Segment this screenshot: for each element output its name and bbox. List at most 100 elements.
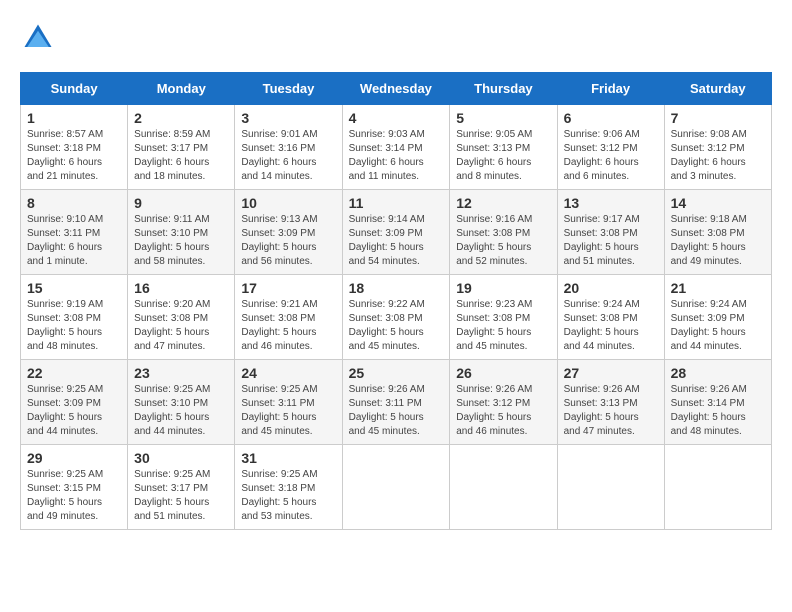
day-info: Sunrise: 9:19 AM Sunset: 3:08 PM Dayligh… [27, 298, 121, 354]
day-number: 26 [456, 365, 550, 381]
calendar-day-cell: 11Sunrise: 9:14 AM Sunset: 3:09 PM Dayli… [342, 190, 450, 275]
day-info: Sunrise: 9:22 AM Sunset: 3:08 PM Dayligh… [349, 298, 444, 354]
day-number: 14 [671, 195, 765, 211]
calendar-day-cell: 3 Sunrise: 9:01 AM Sunset: 3:16 PM Daylig… [235, 105, 342, 190]
calendar-day-cell: 12Sunrise: 9:16 AM Sunset: 3:08 PM Dayli… [450, 190, 557, 275]
day-info: Sunrise: 9:23 AM Sunset: 3:08 PM Dayligh… [456, 298, 550, 354]
calendar-day-cell: 22Sunrise: 9:25 AM Sunset: 3:09 PM Dayli… [21, 360, 128, 445]
day-number: 9 [134, 195, 228, 211]
day-info: Sunrise: 9:25 AM Sunset: 3:15 PM Dayligh… [27, 468, 121, 524]
calendar-day-cell: 9 Sunrise: 9:11 AM Sunset: 3:10 PM Daylig… [128, 190, 235, 275]
day-info: Sunrise: 8:59 AM Sunset: 3:17 PM Dayligh… [134, 128, 228, 184]
day-of-week-header: Tuesday [235, 73, 342, 105]
day-info: Sunrise: 9:17 AM Sunset: 3:08 PM Dayligh… [564, 213, 658, 269]
day-number: 4 [349, 110, 444, 126]
calendar-day-cell: 19 Sunrise: 9:23 AM Sunset: 3:08 PM Dayli… [450, 275, 557, 360]
day-info: Sunrise: 9:25 AM Sunset: 3:17 PM Dayligh… [134, 468, 228, 524]
day-info: Sunrise: 9:11 AM Sunset: 3:10 PM Dayligh… [134, 213, 228, 269]
day-info: Sunrise: 9:16 AM Sunset: 3:08 PM Dayligh… [456, 213, 550, 269]
day-number: 6 [564, 110, 658, 126]
day-number: 21 [671, 280, 765, 296]
day-info: Sunrise: 9:03 AM Sunset: 3:14 PM Dayligh… [349, 128, 444, 184]
day-number: 22 [27, 365, 121, 381]
empty-cell [664, 445, 771, 530]
calendar-day-cell: 23 Sunrise: 9:25 AM Sunset: 3:10 PM Dayli… [128, 360, 235, 445]
calendar-day-cell: 30 Sunrise: 9:25 AM Sunset: 3:17 PM Dayli… [128, 445, 235, 530]
days-of-week-row: SundayMondayTuesdayWednesdayThursdayFrid… [21, 73, 772, 105]
calendar-day-cell: 31 Sunrise: 9:25 AM Sunset: 3:18 PM Dayli… [235, 445, 342, 530]
calendar-week-row: 22Sunrise: 9:25 AM Sunset: 3:09 PM Dayli… [21, 360, 772, 445]
day-info: Sunrise: 9:13 AM Sunset: 3:09 PM Dayligh… [241, 213, 335, 269]
calendar-day-cell: 20Sunrise: 9:24 AM Sunset: 3:08 PM Dayli… [557, 275, 664, 360]
day-info: Sunrise: 8:57 AM Sunset: 3:18 PM Dayligh… [27, 128, 121, 184]
empty-cell [557, 445, 664, 530]
day-number: 8 [27, 195, 121, 211]
day-number: 31 [241, 450, 335, 466]
day-info: Sunrise: 9:26 AM Sunset: 3:12 PM Dayligh… [456, 383, 550, 439]
day-info: Sunrise: 9:24 AM Sunset: 3:09 PM Dayligh… [671, 298, 765, 354]
day-number: 24 [241, 365, 335, 381]
calendar-day-cell: 1Sunrise: 8:57 AM Sunset: 3:18 PM Daylig… [21, 105, 128, 190]
day-number: 7 [671, 110, 765, 126]
calendar-day-cell: 18Sunrise: 9:22 AM Sunset: 3:08 PM Dayli… [342, 275, 450, 360]
day-info: Sunrise: 9:20 AM Sunset: 3:08 PM Dayligh… [134, 298, 228, 354]
empty-cell [342, 445, 450, 530]
day-of-week-header: Saturday [664, 73, 771, 105]
day-number: 27 [564, 365, 658, 381]
calendar-day-cell: 25 Sunrise: 9:26 AM Sunset: 3:11 PM Dayli… [342, 360, 450, 445]
day-number: 16 [134, 280, 228, 296]
calendar-day-cell: 5 Sunrise: 9:05 AM Sunset: 3:13 PM Daylig… [450, 105, 557, 190]
calendar-day-cell: 8Sunrise: 9:10 AM Sunset: 3:11 PM Daylig… [21, 190, 128, 275]
calendar-day-cell: 27 Sunrise: 9:26 AM Sunset: 3:13 PM Dayli… [557, 360, 664, 445]
calendar-table: SundayMondayTuesdayWednesdayThursdayFrid… [20, 72, 772, 530]
day-info: Sunrise: 9:08 AM Sunset: 3:12 PM Dayligh… [671, 128, 765, 184]
day-number: 3 [241, 110, 335, 126]
day-info: Sunrise: 9:25 AM Sunset: 3:10 PM Dayligh… [134, 383, 228, 439]
day-info: Sunrise: 9:26 AM Sunset: 3:14 PM Dayligh… [671, 383, 765, 439]
day-info: Sunrise: 9:01 AM Sunset: 3:16 PM Dayligh… [241, 128, 335, 184]
calendar-day-cell: 2 Sunrise: 8:59 AM Sunset: 3:17 PM Daylig… [128, 105, 235, 190]
day-number: 19 [456, 280, 550, 296]
day-info: Sunrise: 9:21 AM Sunset: 3:08 PM Dayligh… [241, 298, 335, 354]
day-info: Sunrise: 9:26 AM Sunset: 3:11 PM Dayligh… [349, 383, 444, 439]
day-info: Sunrise: 9:05 AM Sunset: 3:13 PM Dayligh… [456, 128, 550, 184]
calendar-body: 1Sunrise: 8:57 AM Sunset: 3:18 PM Daylig… [21, 105, 772, 530]
calendar-day-cell: 4 Sunrise: 9:03 AM Sunset: 3:14 PM Daylig… [342, 105, 450, 190]
day-number: 25 [349, 365, 444, 381]
day-number: 28 [671, 365, 765, 381]
day-number: 15 [27, 280, 121, 296]
calendar-day-cell: 14 Sunrise: 9:18 AM Sunset: 3:08 PM Dayli… [664, 190, 771, 275]
day-info: Sunrise: 9:25 AM Sunset: 3:18 PM Dayligh… [241, 468, 335, 524]
calendar-day-cell: 13 Sunrise: 9:17 AM Sunset: 3:08 PM Dayli… [557, 190, 664, 275]
calendar-header: SundayMondayTuesdayWednesdayThursdayFrid… [21, 73, 772, 105]
calendar-week-row: 15 Sunrise: 9:19 AM Sunset: 3:08 PM Dayli… [21, 275, 772, 360]
day-info: Sunrise: 9:18 AM Sunset: 3:08 PM Dayligh… [671, 213, 765, 269]
calendar-day-cell: 10 Sunrise: 9:13 AM Sunset: 3:09 PM Dayli… [235, 190, 342, 275]
day-number: 10 [241, 195, 335, 211]
day-number: 2 [134, 110, 228, 126]
day-of-week-header: Sunday [21, 73, 128, 105]
day-of-week-header: Monday [128, 73, 235, 105]
calendar-day-cell: 28 Sunrise: 9:26 AM Sunset: 3:14 PM Dayli… [664, 360, 771, 445]
day-number: 23 [134, 365, 228, 381]
day-number: 17 [241, 280, 335, 296]
calendar-day-cell: 6Sunrise: 9:06 AM Sunset: 3:12 PM Daylig… [557, 105, 664, 190]
day-info: Sunrise: 9:25 AM Sunset: 3:11 PM Dayligh… [241, 383, 335, 439]
day-info: Sunrise: 9:14 AM Sunset: 3:09 PM Dayligh… [349, 213, 444, 269]
calendar-day-cell: 29 Sunrise: 9:25 AM Sunset: 3:15 PM Dayli… [21, 445, 128, 530]
day-info: Sunrise: 9:26 AM Sunset: 3:13 PM Dayligh… [564, 383, 658, 439]
calendar-day-cell: 15 Sunrise: 9:19 AM Sunset: 3:08 PM Dayli… [21, 275, 128, 360]
calendar-day-cell: 24 Sunrise: 9:25 AM Sunset: 3:11 PM Dayli… [235, 360, 342, 445]
day-number: 20 [564, 280, 658, 296]
day-number: 13 [564, 195, 658, 211]
calendar-week-row: 1Sunrise: 8:57 AM Sunset: 3:18 PM Daylig… [21, 105, 772, 190]
logo [20, 20, 62, 56]
calendar-day-cell: 7 Sunrise: 9:08 AM Sunset: 3:12 PM Daylig… [664, 105, 771, 190]
calendar-week-row: 29 Sunrise: 9:25 AM Sunset: 3:15 PM Dayli… [21, 445, 772, 530]
day-of-week-header: Wednesday [342, 73, 450, 105]
day-number: 29 [27, 450, 121, 466]
day-number: 5 [456, 110, 550, 126]
calendar-day-cell: 21 Sunrise: 9:24 AM Sunset: 3:09 PM Dayli… [664, 275, 771, 360]
day-number: 30 [134, 450, 228, 466]
page-header [20, 20, 772, 56]
